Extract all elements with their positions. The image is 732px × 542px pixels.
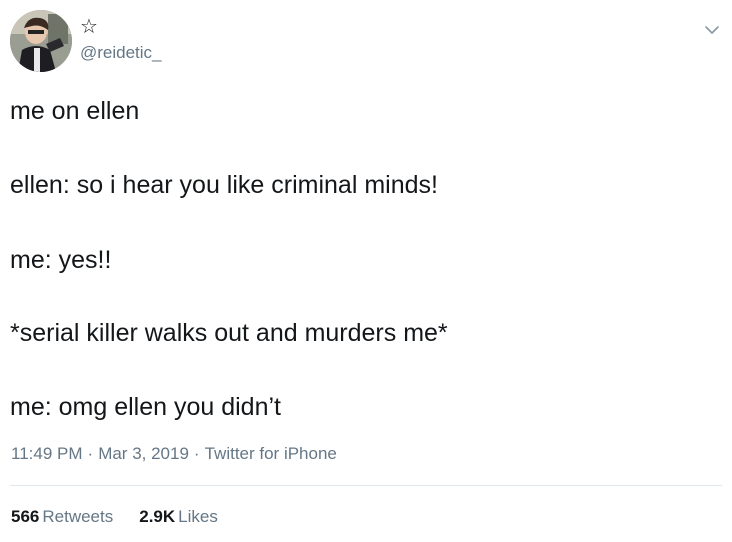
likes-count: 2.9K [139,507,176,526]
likes-stat[interactable]: 2.9K Likes [139,507,218,527]
tweet-line: *serial killer walks out and murders me* [10,319,448,347]
retweets-stat[interactable]: 566 Retweets [11,507,113,527]
tweet-line: me: yes!! [10,246,112,274]
user-handle[interactable]: @reidetic_ [80,43,162,63]
divider [10,485,722,486]
tweet-date[interactable]: Mar 3, 2019 [98,444,189,463]
retweets-count: 566 [11,507,40,526]
meta-separator: · [87,444,94,463]
tweet-time[interactable]: 11:49 PM [11,444,83,463]
meta-separator: · [193,444,200,463]
chevron-down-icon[interactable] [702,20,722,40]
tweet-meta: 11:49 PM · Mar 3, 2019 · Twitter for iPhone [11,444,337,464]
tweet-line: me: omg ellen you didn’t [10,393,281,421]
avatar[interactable] [10,10,72,72]
tweet-stats: 566 Retweets 2.9K Likes [11,507,244,527]
avatar-image [10,10,72,72]
tweet-line: me on ellen [10,97,140,125]
tweet-line: ellen: so i hear you like criminal minds… [10,171,438,199]
display-name[interactable]: ☆ [80,16,98,38]
tweet-source[interactable]: Twitter for iPhone [205,444,337,463]
retweets-label: Retweets [42,507,114,526]
likes-label: Likes [178,507,218,526]
